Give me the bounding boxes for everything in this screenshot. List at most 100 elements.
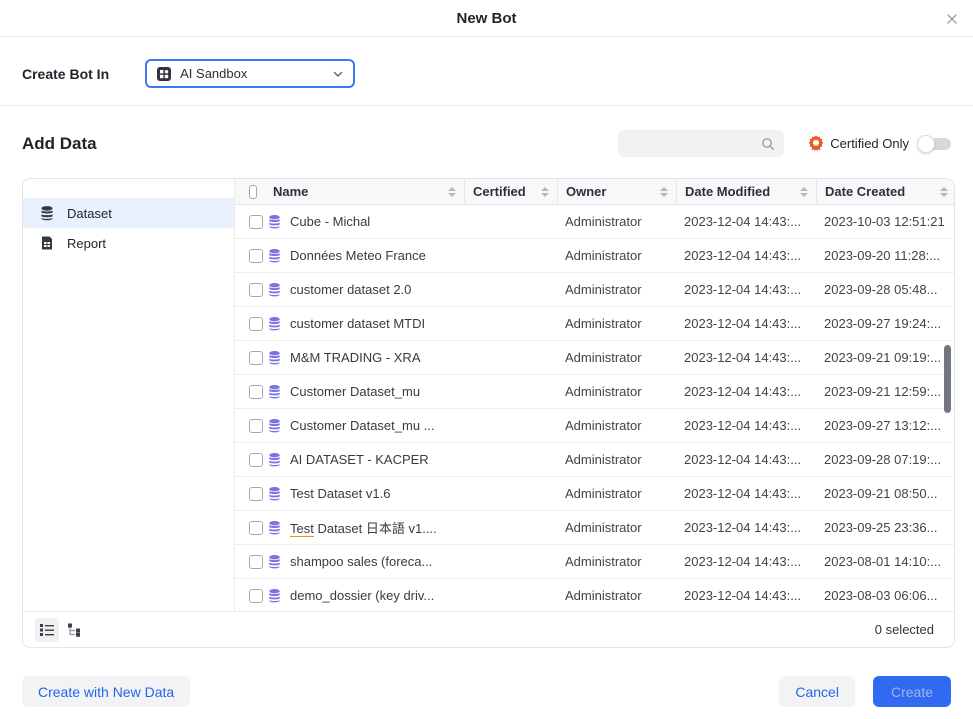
- row-name-match: Test: [290, 521, 314, 537]
- tree-view-button[interactable]: [63, 618, 87, 642]
- create-with-new-data-button[interactable]: Create with New Data: [22, 676, 190, 707]
- row-name-rest: Customer Dataset_mu ...: [290, 418, 435, 433]
- chevron-down-icon: [332, 68, 344, 80]
- search-input[interactable]: [627, 136, 761, 151]
- table-row[interactable]: Customer Dataset_mu Administrator 2023-1…: [235, 375, 954, 409]
- vertical-scrollbar[interactable]: [944, 345, 951, 413]
- selected-count: 0 selected: [875, 622, 934, 637]
- close-icon[interactable]: [943, 10, 961, 28]
- table-row[interactable]: M&M TRADING - XRA Administrator 2023-12-…: [235, 341, 954, 375]
- table-row[interactable]: Test Dataset v1.6 Administrator 2023-12-…: [235, 477, 954, 511]
- column-header-certified: Certified: [473, 184, 526, 199]
- sort-icon-date-modified[interactable]: [800, 187, 808, 197]
- certified-only-group: Certified Only: [808, 135, 951, 152]
- row-modified: 2023-12-04 14:43:...: [676, 282, 816, 297]
- table-row[interactable]: Données Meteo France Administrator 2023-…: [235, 239, 954, 273]
- sort-icon-name[interactable]: [448, 187, 456, 197]
- row-name: M&M TRADING - XRA: [290, 350, 421, 365]
- row-owner: Administrator: [557, 452, 676, 467]
- table-row[interactable]: shampoo sales (foreca... Administrator 2…: [235, 545, 954, 579]
- row-checkbox[interactable]: [249, 215, 263, 229]
- table-row[interactable]: AI DATASET - KACPER Administrator 2023-1…: [235, 443, 954, 477]
- select-all-checkbox[interactable]: [249, 185, 257, 199]
- row-name-rest: Données Meteo France: [290, 248, 426, 263]
- dataset-icon: [267, 316, 282, 331]
- sort-icon-owner[interactable]: [660, 187, 668, 197]
- dialog-footer: Create with New Data Cancel Create: [0, 664, 973, 719]
- dataset-icon: [267, 520, 282, 535]
- row-checkbox[interactable]: [249, 521, 263, 535]
- dialog-header: New Bot: [0, 0, 973, 37]
- add-data-header: Add Data Certified Only: [0, 106, 973, 177]
- row-created: 2023-09-27 13:12:...: [816, 418, 954, 433]
- certified-only-toggle[interactable]: [917, 136, 951, 152]
- row-checkbox[interactable]: [249, 589, 263, 603]
- row-checkbox[interactable]: [249, 487, 263, 501]
- row-name: demo_dossier (key driv...: [290, 588, 434, 603]
- column-header-date-created: Date Created: [825, 184, 905, 199]
- sort-icon-date-created[interactable]: [940, 187, 948, 197]
- sidebar-item-report[interactable]: Report: [23, 228, 234, 258]
- certified-only-label: Certified Only: [830, 136, 909, 151]
- column-header-date-modified: Date Modified: [685, 184, 770, 199]
- list-view-button[interactable]: [35, 618, 59, 642]
- data-picker: Dataset Report Name Certif: [22, 178, 955, 648]
- toggle-knob: [917, 135, 935, 153]
- row-name: customer dataset MTDI: [290, 316, 425, 331]
- dialog-title: New Bot: [457, 10, 517, 27]
- dataset-icon: [267, 282, 282, 297]
- row-created: 2023-09-27 19:24:...: [816, 316, 954, 331]
- create-bot-in-label: Create Bot In: [22, 66, 109, 82]
- row-modified: 2023-12-04 14:43:...: [676, 452, 816, 467]
- tree-view-icon: [67, 622, 83, 638]
- column-header-name: Name: [273, 184, 308, 199]
- dataset-icon: [267, 384, 282, 399]
- row-owner: Administrator: [557, 384, 676, 399]
- table-row[interactable]: customer dataset MTDI Administrator 2023…: [235, 307, 954, 341]
- row-checkbox[interactable]: [249, 249, 263, 263]
- row-created: 2023-09-21 12:59:...: [816, 384, 954, 399]
- dataset-icon: [267, 214, 282, 229]
- row-modified: 2023-12-04 14:43:...: [676, 214, 816, 229]
- sidebar-item-dataset[interactable]: Dataset: [23, 198, 234, 228]
- row-name-rest: Dataset v1.6: [314, 486, 391, 501]
- row-checkbox[interactable]: [249, 351, 263, 365]
- row-owner: Administrator: [557, 418, 676, 433]
- row-checkbox[interactable]: [249, 385, 263, 399]
- row-modified: 2023-12-04 14:43:...: [676, 248, 816, 263]
- dataset-icon: [267, 248, 282, 263]
- sandbox-icon: [156, 66, 172, 82]
- row-name-match: Test: [290, 486, 314, 501]
- table-row[interactable]: Test Dataset 日本語 v1.... Administrator 20…: [235, 511, 954, 545]
- row-name-rest: Dataset 日本語 v1....: [314, 521, 437, 536]
- row-name-rest: Cube - Michal: [290, 214, 370, 229]
- dataset-icon: [267, 452, 282, 467]
- row-name-rest: Customer Dataset_mu: [290, 384, 420, 399]
- table-row[interactable]: customer dataset 2.0 Administrator 2023-…: [235, 273, 954, 307]
- row-created: 2023-10-03 12:51:21: [816, 214, 954, 229]
- row-checkbox[interactable]: [249, 317, 263, 331]
- row-modified: 2023-12-04 14:43:...: [676, 350, 816, 365]
- table-row[interactable]: Customer Dataset_mu ... Administrator 20…: [235, 409, 954, 443]
- row-modified: 2023-12-04 14:43:...: [676, 418, 816, 433]
- sort-icon-certified[interactable]: [541, 187, 549, 197]
- row-name: AI DATASET - KACPER: [290, 452, 429, 467]
- search-box[interactable]: [618, 130, 784, 157]
- row-checkbox[interactable]: [249, 453, 263, 467]
- table-row[interactable]: Cube - Michal Administrator 2023-12-04 1…: [235, 205, 954, 239]
- row-checkbox[interactable]: [249, 419, 263, 433]
- cancel-button[interactable]: Cancel: [779, 676, 855, 707]
- sidebar-item-label: Report: [67, 236, 106, 251]
- row-name: Test Dataset v1.6: [290, 486, 390, 501]
- create-button[interactable]: Create: [873, 676, 951, 707]
- type-sidebar: Dataset Report: [23, 179, 235, 611]
- row-checkbox[interactable]: [249, 283, 263, 297]
- row-checkbox[interactable]: [249, 555, 263, 569]
- row-modified: 2023-12-04 14:43:...: [676, 588, 816, 603]
- dataset-icon: [267, 418, 282, 433]
- table-row[interactable]: demo_dossier (key driv... Administrator …: [235, 579, 954, 611]
- picker-footer: 0 selected: [23, 611, 954, 647]
- dataset-icon: [267, 350, 282, 365]
- environment-select[interactable]: AI Sandbox: [145, 59, 355, 88]
- row-name: Cube - Michal: [290, 214, 370, 229]
